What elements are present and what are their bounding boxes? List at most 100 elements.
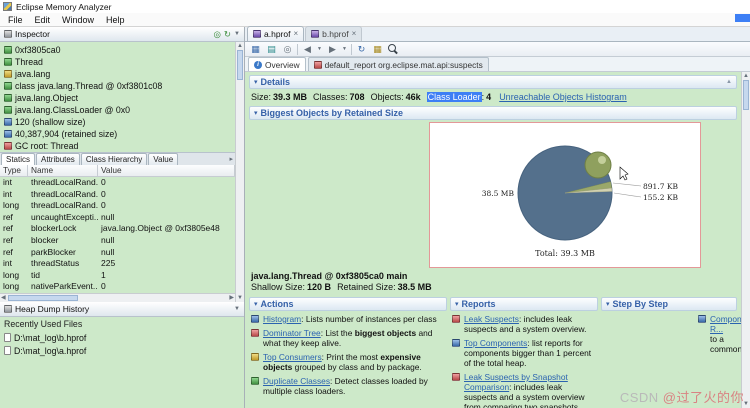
forward-icon[interactable] <box>326 43 339 56</box>
table-row[interactable]: int threadLocalRand... 0 <box>0 189 235 201</box>
reports-header[interactable]: Reports <box>450 297 598 311</box>
unreachable-objects-link[interactable]: Unreachable Objects Histogram <box>499 92 627 102</box>
title-bar: Eclipse Memory Analyzer <box>0 0 750 13</box>
pie-highlight-slice[interactable] <box>584 151 612 179</box>
histogram-link[interactable]: Histogram <box>263 314 301 324</box>
collapse-icon[interactable] <box>254 79 258 86</box>
actions-header[interactable]: Actions <box>249 297 447 311</box>
tree-item[interactable]: java.lang.ClassLoader @ 0x0 <box>0 104 235 116</box>
scrollbar-thumb[interactable] <box>743 80 749 110</box>
collapse-icon[interactable] <box>254 110 258 117</box>
tab-default-report[interactable]: default_report org.eclipse.mat.api:suspe… <box>307 57 489 71</box>
editor-tab-a-hprof[interactable]: a.hprof <box>247 26 305 41</box>
menu-edit[interactable]: Edit <box>29 15 57 25</box>
component-report-icon <box>698 315 706 323</box>
tab-value[interactable]: Value <box>148 153 179 165</box>
menu-file[interactable]: File <box>2 15 29 25</box>
table-row[interactable]: int threadLocalRand... 0 <box>0 177 235 189</box>
column-type[interactable]: Type <box>0 165 28 176</box>
histogram-icon[interactable] <box>249 43 262 56</box>
tree-item-label: GC root: Thread <box>15 141 79 151</box>
tree-item[interactable]: 0xf3805ca0 <box>0 44 235 56</box>
tab-overview-label: Overview <box>265 59 300 70</box>
search-icon[interactable] <box>387 43 400 56</box>
cell-name: blockerLock <box>31 223 77 234</box>
tree-item[interactable]: class java.lang.Thread @ 0xf3801c08 <box>0 80 235 92</box>
tree-item[interactable]: java.lang.Object <box>0 92 235 104</box>
scrollbar-thumb[interactable] <box>237 50 243 80</box>
tab-statics[interactable]: Statics <box>1 153 36 165</box>
column-name[interactable]: Name <box>28 165 98 176</box>
inspector-body: 0xf3805ca0 Thread java.lang class java.l… <box>0 42 244 302</box>
retained-size-icon <box>4 130 12 138</box>
sync-selection-icon[interactable] <box>224 30 231 39</box>
scroll-up-icon[interactable] <box>743 73 749 79</box>
duplicate-classes-link[interactable]: Duplicate Classes <box>263 376 330 386</box>
collapse-all-icon[interactable] <box>726 79 732 85</box>
table-row[interactable]: ref blocker null <box>0 235 235 247</box>
table-row[interactable]: long tid 1 <box>0 270 235 282</box>
table-row[interactable]: long threadLocalRand... 0 <box>0 200 235 212</box>
menu-window[interactable]: Window <box>56 15 100 25</box>
inspector-header: Inspector <box>0 27 244 42</box>
forward-menu-icon[interactable] <box>342 47 348 52</box>
editor-area: a.hprof b.hprof <box>245 26 750 408</box>
top-consumers-link[interactable]: Top Consumers <box>263 352 322 362</box>
scroll-right-icon[interactable] <box>229 295 234 301</box>
tree-item[interactable]: java.lang <box>0 68 235 80</box>
dominator-tree-icon[interactable] <box>265 43 278 56</box>
tree-item[interactable]: GC root: Thread <box>0 140 235 152</box>
collapse-icon[interactable] <box>606 301 610 308</box>
scroll-down-icon[interactable] <box>237 295 243 301</box>
leak-suspects-link[interactable]: Leak Suspects <box>464 314 519 324</box>
dominator-tree-link[interactable]: Dominator Tree <box>263 328 321 338</box>
inspector-object-tree: 0xf3805ca0 Thread java.lang class java.l… <box>0 42 235 152</box>
tree-item[interactable]: Thread <box>0 56 235 68</box>
back-icon[interactable] <box>301 43 314 56</box>
query-browser-icon[interactable] <box>371 43 384 56</box>
collapse-icon[interactable] <box>254 301 258 308</box>
pin-icon[interactable] <box>281 43 294 56</box>
selected-object-label[interactable]: java.lang.Thread @ 0xf3805ca0 main <box>249 270 737 282</box>
tab-attributes[interactable]: Attributes <box>36 153 80 165</box>
collapse-icon[interactable] <box>455 301 459 308</box>
menu-help[interactable]: Help <box>100 15 131 25</box>
step-by-step-header[interactable]: Step By Step <box>601 297 737 311</box>
top-components-link[interactable]: Top Components <box>464 338 527 348</box>
csdn-watermark: CSDN @过了火的你 <box>620 387 744 406</box>
horizontal-scrollbar[interactable] <box>0 293 235 302</box>
column-value[interactable]: Value <box>98 165 235 176</box>
scroll-left-icon[interactable] <box>1 295 6 301</box>
cell-type: int <box>3 188 12 199</box>
heap-file-item[interactable]: D:\mat_log\a.hprof <box>4 344 240 357</box>
view-menu-icon[interactable] <box>234 31 240 37</box>
close-icon[interactable] <box>293 30 298 38</box>
table-row[interactable]: int threadStatus 225 <box>0 258 235 270</box>
action-desc: : List the <box>320 328 355 338</box>
editor-tab-b-hprof[interactable]: b.hprof <box>305 26 363 41</box>
tab-class-hierarchy[interactable]: Class Hierarchy <box>80 153 148 165</box>
table-row[interactable]: ref uncaughtExcepti... null <box>0 212 235 224</box>
close-icon[interactable] <box>352 30 357 38</box>
refresh-icon[interactable] <box>355 43 368 56</box>
scroll-up-icon[interactable] <box>237 43 243 49</box>
table-row[interactable]: ref blockerLock java.lang.Object @ 0xf3805… <box>0 223 235 235</box>
classloader-label-selected[interactable]: Class Loader <box>426 92 482 102</box>
tab-overview[interactable]: Overview <box>248 57 306 71</box>
heap-file-item[interactable]: D:\mat_log\b.hprof <box>4 331 240 344</box>
biggest-objects-section-header[interactable]: Biggest Objects by Retained Size <box>249 106 737 120</box>
vertical-scrollbar[interactable] <box>235 42 244 302</box>
back-menu-icon[interactable] <box>317 47 323 52</box>
table-row[interactable]: ref parkBlocker null <box>0 247 235 259</box>
pin-view-icon[interactable] <box>214 30 221 39</box>
table-row[interactable]: long nativeParkEvent... 0 <box>0 281 235 293</box>
details-section-header[interactable]: Details <box>249 75 737 89</box>
editor-tab-label: a.hprof <box>264 29 291 39</box>
tree-item[interactable]: 40,387,904 (retained size) <box>0 128 235 140</box>
editor-vertical-scrollbar[interactable] <box>741 72 750 408</box>
tree-item[interactable]: 120 (shallow size) <box>0 116 235 128</box>
retained-size-pie-chart[interactable]: 38.5 MB 891.7 KB 155.2 KB Total: 39.3 MB <box>430 123 700 267</box>
scrollbar-thumb[interactable] <box>7 295 78 301</box>
view-menu-icon[interactable] <box>234 306 240 312</box>
action-item: Top Consumers: Print the most expensive … <box>251 352 446 372</box>
